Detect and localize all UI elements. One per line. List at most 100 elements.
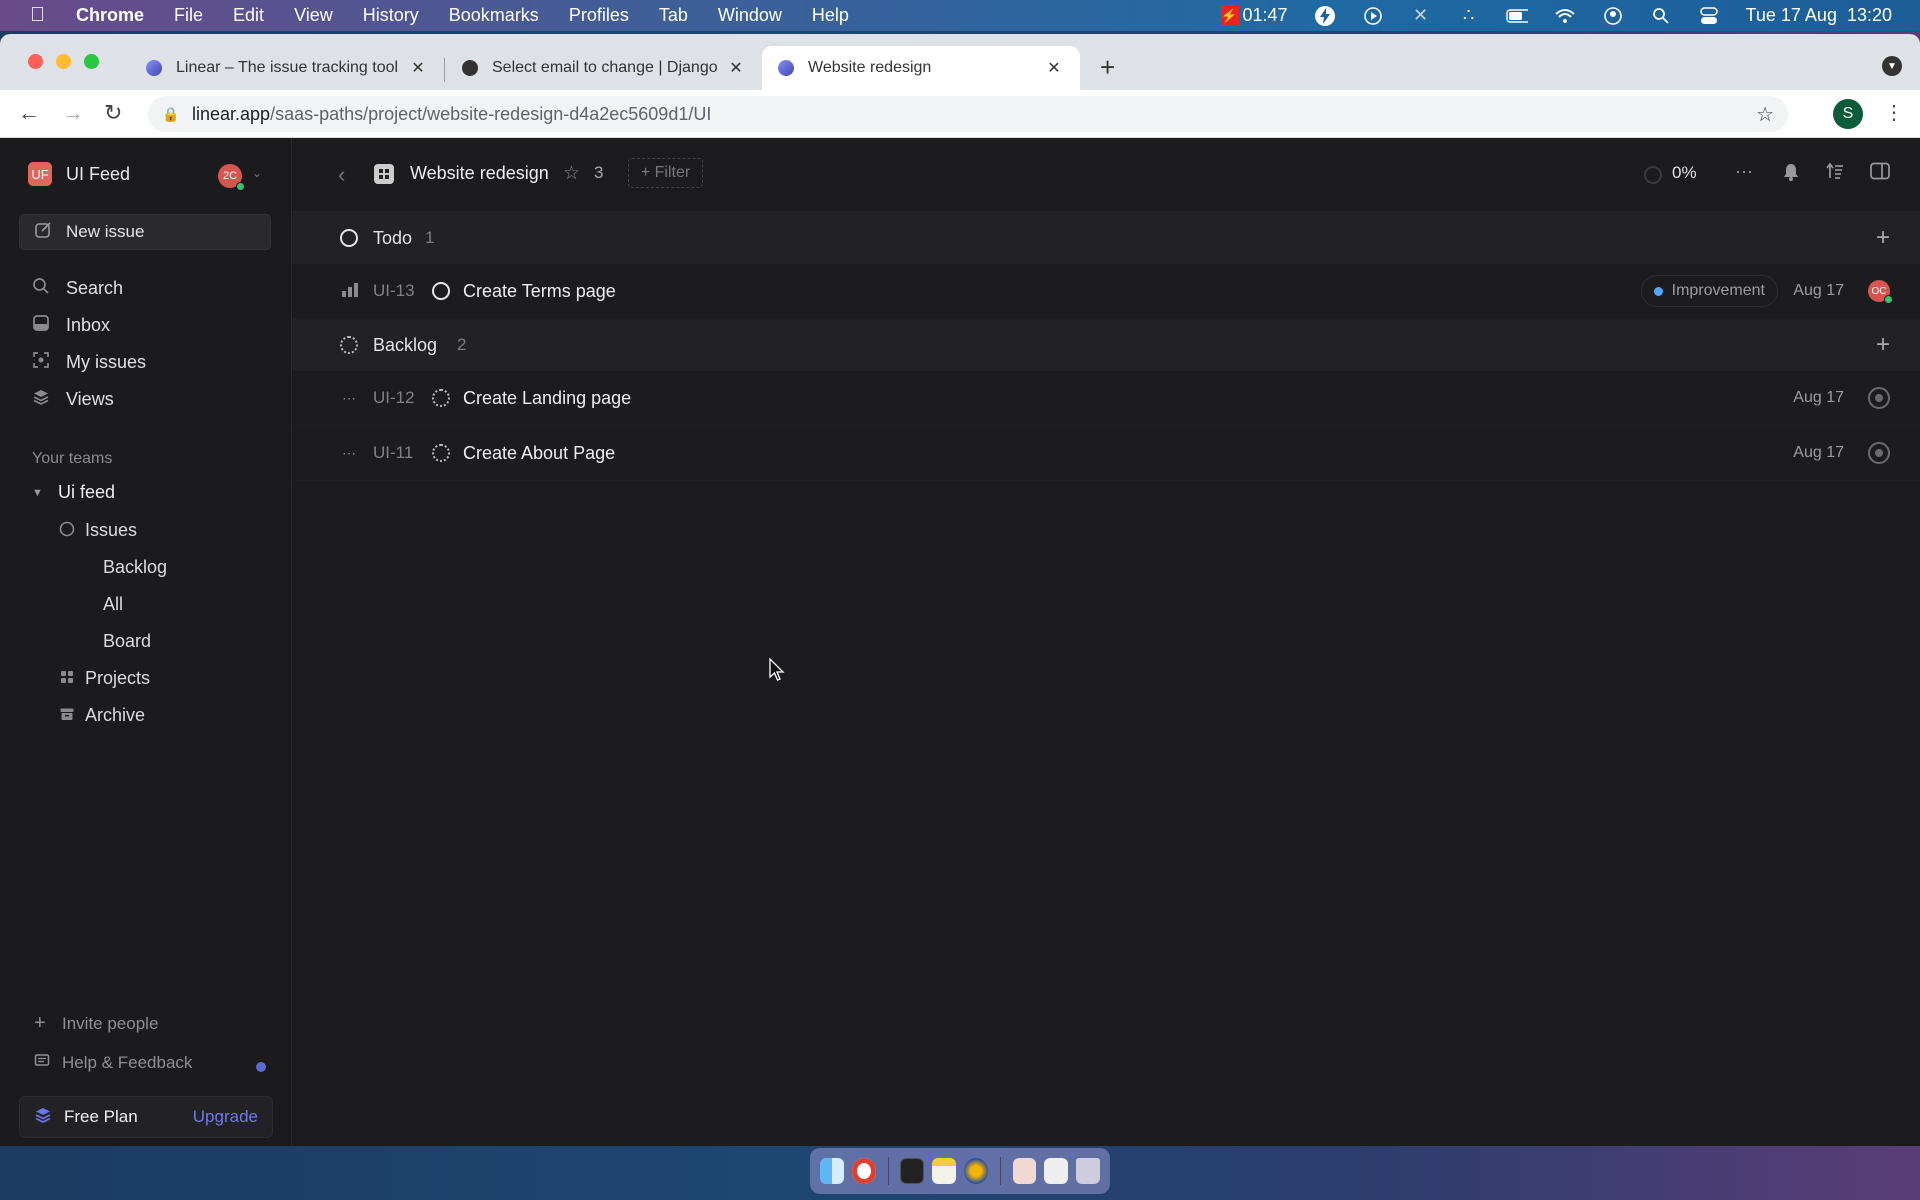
bell-icon[interactable] [1782, 162, 1800, 187]
project-view: ‹ Website redesign ☆ 3 + Filter 0% ⋯ Tod… [292, 138, 1920, 1146]
add-issue-button[interactable]: + [1876, 224, 1890, 252]
group-backlog[interactable]: Backlog 2 + [292, 319, 1920, 371]
wifi-icon[interactable] [1554, 5, 1576, 27]
sidebar-item-board[interactable]: Board [58, 631, 151, 652]
sidebar-item-label: Archive [85, 705, 146, 725]
close-tab-icon[interactable]: ✕ [408, 58, 428, 78]
sidebar-item-label: My issues [66, 352, 147, 372]
menu-window[interactable]: Window [718, 5, 782, 26]
backlog-status-icon[interactable] [432, 389, 450, 407]
sidebar-item-my-issues[interactable]: My issues [32, 351, 146, 374]
plus-icon: + [34, 1012, 46, 1034]
menu-profiles[interactable]: Profiles [569, 5, 629, 26]
no-priority-icon[interactable]: ⋯ [342, 445, 356, 462]
close-window-button[interactable] [28, 54, 43, 69]
bolt-app-icon[interactable] [964, 1158, 988, 1184]
tab-title: Website redesign [808, 59, 932, 76]
menu-app-name[interactable]: Chrome [76, 5, 144, 26]
trash-icon[interactable] [1076, 1158, 1100, 1184]
chrome-menu-icon[interactable]: ⋮ [1884, 100, 1904, 125]
sidebar-item-search[interactable]: Search [32, 277, 123, 300]
sidebar-item-archive[interactable]: Archive [58, 705, 145, 726]
battery-icon[interactable] [1505, 5, 1528, 27]
profile-avatar[interactable]: S [1833, 99, 1863, 129]
help-feedback-button[interactable]: Help & Feedback [34, 1053, 192, 1073]
back-button[interactable]: ← [18, 100, 40, 126]
spotlight-search-icon[interactable] [1650, 5, 1672, 27]
label-chip[interactable]: Improvement [1640, 275, 1778, 307]
inbox-icon [32, 314, 50, 337]
tab-django-admin[interactable]: Select email to change | Django ✕ [446, 46, 762, 90]
user-avatar[interactable]: 2C [218, 164, 245, 191]
apple-menu-icon[interactable]:  [30, 4, 52, 27]
control-center-icon[interactable] [1698, 5, 1720, 27]
menu-tab[interactable]: Tab [659, 5, 688, 26]
menu-view[interactable]: View [294, 5, 333, 26]
todo-status-icon[interactable] [432, 282, 450, 300]
add-issue-button[interactable]: + [1876, 331, 1890, 359]
backlog-status-icon[interactable] [432, 444, 450, 462]
assignee-avatar[interactable]: OC [1868, 280, 1893, 304]
minimize-window-button[interactable] [56, 54, 71, 69]
close-tab-icon[interactable]: ✕ [726, 58, 746, 78]
menu-bookmarks[interactable]: Bookmarks [449, 5, 539, 26]
issue-row[interactable]: ⋯ UI-12 Create Landing page Aug 17 [292, 371, 1920, 426]
forward-button[interactable]: → [62, 100, 84, 126]
sidebar-toggle-icon[interactable] [1870, 162, 1890, 185]
play-circle-icon[interactable] [1362, 5, 1384, 27]
dots-icon[interactable]: ∴ [1458, 5, 1480, 27]
zoom-window-button[interactable] [84, 54, 99, 69]
screenshot-thumbnail-icon[interactable] [1044, 1158, 1069, 1184]
clock[interactable]: Tue 17 Aug 13:20 [1746, 5, 1892, 26]
address-bar[interactable]: 🔒 linear.app/saas-paths/project/website-… [148, 96, 1788, 132]
tab-website-redesign[interactable]: Website redesign ✕ [762, 46, 1080, 90]
chrome-icon[interactable] [851, 1158, 876, 1184]
new-tab-button[interactable]: + [1100, 52, 1115, 83]
bookmark-star-icon[interactable]: ☆ [1756, 102, 1774, 127]
new-issue-button[interactable]: New issue [19, 214, 271, 250]
recording-indicator[interactable]: ⚡ 01:47 [1220, 5, 1288, 26]
project-title[interactable]: Website redesign [410, 163, 549, 184]
sidebar-item-views[interactable]: Views [32, 388, 114, 411]
reload-button[interactable]: ↻ [104, 100, 122, 126]
menu-help[interactable]: Help [812, 5, 849, 26]
chevron-down-icon[interactable]: ⌄ [252, 166, 262, 180]
more-options-icon[interactable]: ⋯ [1735, 162, 1753, 183]
star-icon[interactable]: ☆ [563, 162, 580, 185]
invite-people-button[interactable]: + Invite people [34, 1012, 158, 1035]
terminal-icon[interactable] [900, 1158, 925, 1184]
tab-search-button[interactable]: ▼ [1882, 56, 1902, 76]
user-circle-icon[interactable] [1602, 5, 1624, 27]
group-todo[interactable]: Todo 1 + [292, 212, 1920, 264]
issue-row[interactable]: UI-13 Create Terms page Improvement Aug … [292, 264, 1920, 319]
tab-linear-home[interactable]: Linear – The issue tracking tool ✕ [130, 46, 444, 90]
close-tab-icon[interactable]: ✕ [1044, 58, 1064, 78]
document-thumbnail-icon[interactable] [1012, 1158, 1037, 1184]
filter-button[interactable]: + Filter [628, 158, 703, 188]
workspace-switcher[interactable]: UF UI Feed [28, 162, 130, 186]
lock-icon[interactable]: 🔒 [162, 106, 179, 123]
sidebar-item-issues[interactable]: Issues [58, 520, 137, 541]
team-ui-feed[interactable]: ▼ Ui feed [32, 482, 115, 503]
menu-edit[interactable]: Edit [233, 5, 264, 26]
sidebar-item-backlog[interactable]: Backlog [58, 557, 167, 578]
finder-icon[interactable] [820, 1158, 844, 1184]
progress-ring-icon [1644, 166, 1662, 184]
sidebar-item-label: Views [66, 389, 114, 409]
priority-bars-icon[interactable] [342, 282, 358, 300]
chevron-left-icon[interactable]: ‹ [338, 162, 345, 188]
unassigned-avatar-icon[interactable] [1868, 442, 1890, 464]
issue-row[interactable]: ⋯ UI-11 Create About Page Aug 17 [292, 426, 1920, 481]
bluetooth-off-icon[interactable]: ✕ [1410, 5, 1432, 27]
no-priority-icon[interactable]: ⋯ [342, 390, 356, 407]
bolt-app-icon[interactable] [1314, 5, 1336, 27]
sidebar-item-all[interactable]: All [58, 594, 123, 615]
sidebar-item-inbox[interactable]: Inbox [32, 314, 110, 337]
unassigned-avatar-icon[interactable] [1868, 387, 1890, 409]
sort-icon[interactable] [1826, 162, 1844, 185]
menu-file[interactable]: File [174, 5, 203, 26]
menu-history[interactable]: History [363, 5, 419, 26]
upgrade-button[interactable]: Upgrade [193, 1107, 258, 1127]
sidebar-item-projects[interactable]: Projects [58, 668, 150, 689]
notes-icon[interactable] [932, 1158, 957, 1184]
